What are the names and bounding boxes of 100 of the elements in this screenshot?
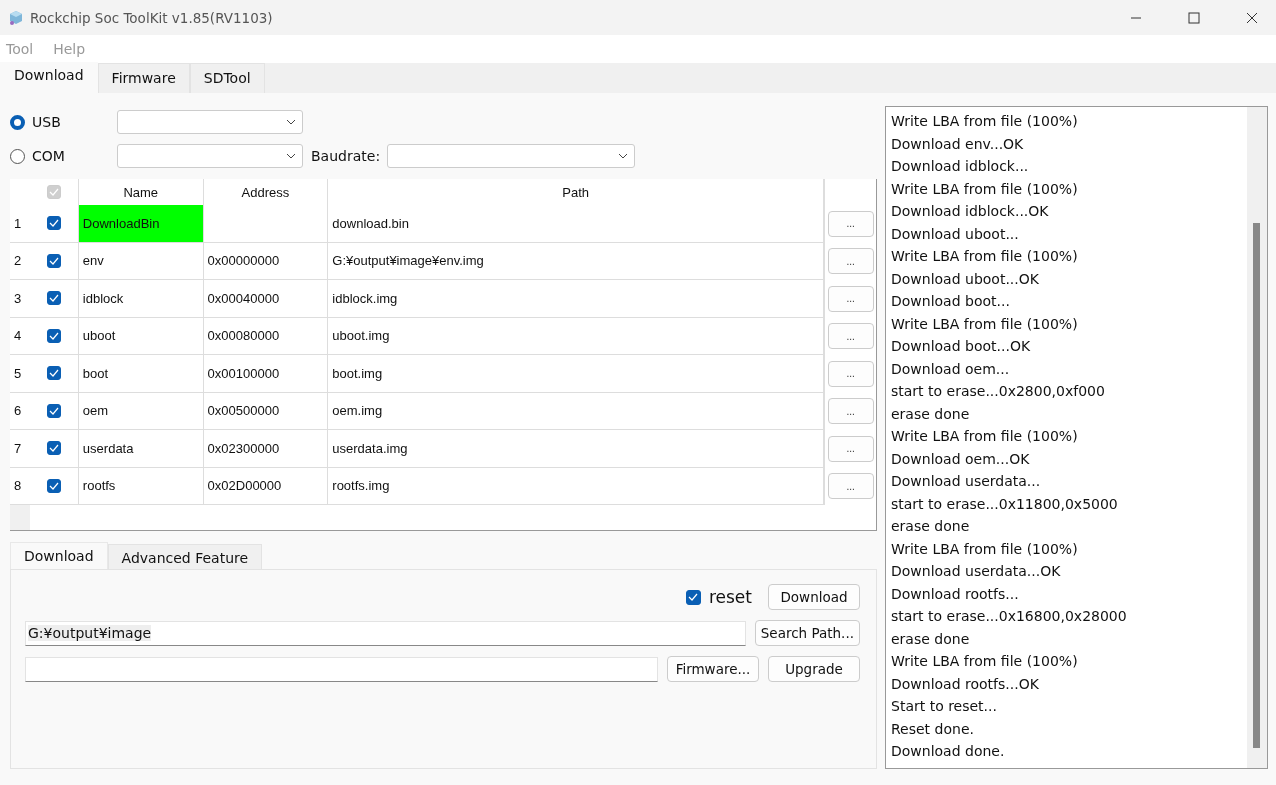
log-line: Download boot...OK [891,337,1032,356]
table-cell: rootfs.img [328,467,825,505]
table-cell: uboot.img [328,317,825,355]
table-cell: userdata [78,430,204,468]
table-cell: 0x02300000 [203,430,329,468]
table-cell: rootfs [78,467,204,505]
table-cell: boot.img [328,355,825,393]
log-line: start to erase...0x16800,0x28000 [891,607,1128,626]
tab[interactable]: Download [10,542,108,569]
row-number: 3 [10,280,30,318]
log-line: Download idblock...OK [891,202,1050,221]
row-header-background [10,505,30,530]
row-checkbox[interactable] [46,366,61,381]
baudrate-label: Baudrate: [311,148,381,164]
row-number: 5 [10,355,30,393]
upgrade-button[interactable]: Upgrade [768,656,860,682]
row-checkbox[interactable] [46,291,61,306]
log-line: Download done. [891,742,1006,761]
table-cell: env [78,242,204,280]
tab[interactable]: SDTool [189,63,265,93]
log-line: Download userdata...OK [891,562,1062,581]
browse-button[interactable]: ... [827,248,874,275]
log-line: Write LBA from file (100%) [891,539,1079,559]
log-line: Download idblock... [891,157,1030,176]
log-line: Write LBA from file (100%) [891,247,1079,266]
app-cube-icon [8,9,24,26]
row-checkbox[interactable] [46,328,61,343]
radio-button[interactable] [10,114,25,130]
log-line: erase done [891,517,971,536]
browse-button[interactable]: ... [827,435,874,462]
log-line: erase done [891,404,971,424]
window-title: Rockchip Soc ToolKit v1.85(RV1103) [30,9,273,26]
radio-label: USB [32,114,61,130]
log-line: start to erase...0x11800,0x5000 [891,494,1119,514]
log-line: Download boot... [891,292,1011,311]
chevron-icon [618,153,629,159]
search-path-button[interactable]: Search Path... [754,620,860,646]
log-line: Write LBA from file (100%) [891,179,1079,199]
tab[interactable]: Download [0,62,98,93]
browse-button[interactable]: ... [827,360,874,387]
table-cell: G:¥output¥image¥env.img [328,242,825,280]
log-line: Download rootfs... [891,584,1020,604]
table-cell: 0x00500000 [203,392,329,430]
download-button[interactable]: Download [768,584,860,610]
table-cell: uboot [78,317,204,355]
reset-checkbox[interactable] [685,589,701,605]
table-cell: oem [78,392,204,430]
log-line: Download uboot...OK [891,269,1040,289]
radio-button[interactable] [10,148,25,164]
row-checkbox[interactable] [46,441,61,456]
log-line: Download userdata... [891,472,1042,491]
chevron-icon [286,153,296,159]
tab[interactable]: Advanced Feature [107,544,263,569]
row-checkbox[interactable] [46,403,61,418]
log-line: Download oem... [891,359,1011,379]
maximize-icon[interactable] [1188,11,1200,24]
browse-button[interactable]: ... [827,285,874,312]
row-number: 7 [10,430,30,468]
tab[interactable]: Firmware [97,63,190,93]
log-line: start to erase...0x2800,0xf000 [891,382,1106,401]
close-icon[interactable] [1246,11,1258,24]
table-cell: idblock [78,280,204,318]
table-cell: idblock.img [328,280,825,318]
log-line: Write LBA from file (100%) [891,314,1079,334]
radio-label: COM [32,148,65,164]
firmware-button[interactable]: Firmware... [667,656,759,682]
browse-button[interactable]: ... [827,210,874,237]
firmware-field[interactable] [25,656,658,682]
table-cell: oem.img [328,392,825,430]
column-header: Address [203,179,329,205]
table-cell: download.bin [328,205,825,243]
log-line: Reset done. [891,719,975,739]
table-cell: boot [78,355,204,393]
browse-button[interactable]: ... [827,398,874,425]
row-number: 4 [10,317,30,355]
table-cell: 0x00080000 [203,317,329,355]
table-cell: 0x00100000 [203,355,329,393]
log-line: Write LBA from file (100%) [891,652,1079,671]
log-line: erase done [891,629,971,649]
log-line: Download env...OK [891,134,1025,154]
scrollbar[interactable] [1247,107,1267,768]
log-line: Write LBA from file (100%) [891,112,1079,131]
path-field[interactable]: G:¥output¥image [25,620,746,646]
log-line: Download rootfs...OK [891,674,1040,694]
log-line: Download oem...OK [891,449,1031,469]
row-checkbox[interactable] [46,216,61,231]
table-cell: 0x00040000 [203,280,329,318]
row-number: 1 [10,205,30,243]
table-cell: 0x02D00000 [203,467,329,505]
log-line: Write LBA from file (100%) [891,427,1079,446]
log-line: Start to reset... [891,697,998,716]
browse-button[interactable]: ... [827,323,874,350]
log-line: Download uboot... [891,224,1020,244]
column-header: Path [328,179,825,205]
row-checkbox[interactable] [46,253,61,268]
row-checkbox[interactable] [46,478,61,493]
reset-label: reset [708,587,752,607]
browse-button[interactable]: ... [827,473,874,500]
scrollbar-thumb[interactable] [1253,223,1260,748]
table-cell: 0x00000000 [203,242,329,280]
